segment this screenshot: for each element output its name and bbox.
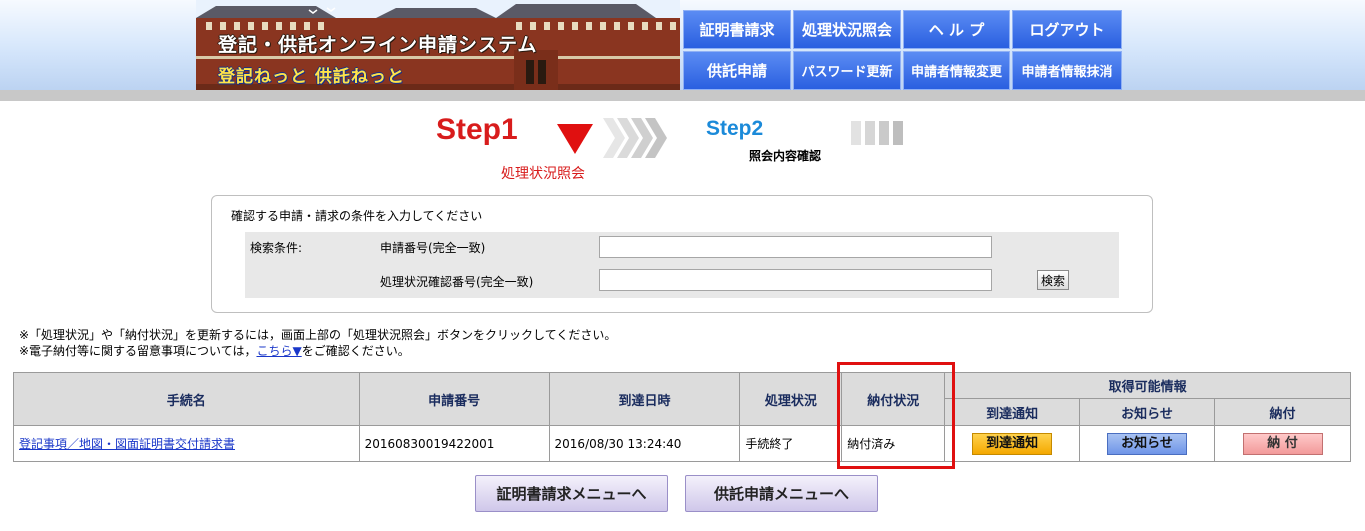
note-payment-text-after: をご確認ください。 (301, 344, 410, 358)
header-application-number: 申請番号 (358, 372, 550, 426)
nav-status-inquiry-button[interactable]: 処理状況照会 (793, 10, 901, 49)
nav-password-change-button[interactable]: パスワード更新 (793, 51, 901, 90)
nav-help-button[interactable]: ヘ ル プ (903, 10, 1010, 49)
cell-arrival-notice: 到達通知 (944, 425, 1081, 462)
step1-label: Step1 (436, 113, 518, 146)
nav-deposit-application-button[interactable]: 供託申請 (683, 51, 791, 90)
cell-application-number: 20160830019422001 (358, 425, 550, 462)
step-progress-bars-icon (851, 121, 903, 145)
cell-arrival-datetime: 2016/08/30 13:24:40 (548, 425, 741, 462)
deposit-menu-button[interactable]: 供託申請メニューへ (685, 475, 878, 512)
header-available-info: 取得可能情報 (944, 372, 1351, 399)
step-progress-chevrons-icon (603, 118, 667, 158)
payment-button[interactable]: 納 付 (1242, 432, 1323, 455)
step1-subtitle: 処理状況照会 (501, 166, 585, 182)
status-check-number-input[interactable] (599, 269, 992, 291)
status-check-number-label: 処理状況確認番号(完全一致) (380, 275, 534, 289)
search-button[interactable]: 検索 (1037, 270, 1069, 290)
note-payment-link[interactable]: こちら▼ (256, 344, 301, 358)
search-panel: 確認する申請・請求の条件を入力してください 検索条件: 申請番号(完全一致) 処… (211, 195, 1153, 313)
application-number-label: 申請番号(完全一致) (380, 241, 486, 255)
header-procedure: 手続名 (13, 372, 360, 426)
procedure-link[interactable]: 登記事項／地図・図面証明書交付請求書 (19, 437, 235, 451)
step2-label: Step2 (706, 117, 764, 140)
search-instruction: 確認する申請・請求の条件を入力してください (231, 209, 483, 223)
cell-payment: 納 付 (1214, 425, 1351, 462)
header-payment: 納付 (1214, 398, 1351, 426)
step2-subtitle: 照会内容確認 (749, 149, 822, 163)
table-row: 登記事項／地図・図面証明書交付請求書 20160830019422001 201… (13, 425, 1351, 462)
current-step-arrow-icon (557, 124, 593, 154)
note-refresh: ※「処理状況」や「納付状況」を更新するには，画面上部の「処理状況照会」ボタンをク… (19, 328, 617, 342)
cell-procedure: 登記事項／地図・図面証明書交付請求書 (13, 425, 360, 462)
cell-process-status: 手続終了 (739, 425, 843, 462)
nav-applicant-info-change-button[interactable]: 申請者情報変更 (903, 51, 1010, 90)
nav-applicant-info-delete-button[interactable]: 申請者情報抹消 (1012, 51, 1122, 90)
search-condition-label: 検索条件: (250, 241, 303, 255)
header-divider (0, 90, 1365, 101)
note-payment: ※電子納付等に関する留意事項については，こちら▼をご確認ください。 (19, 342, 410, 359)
nav-certificate-request-button[interactable]: 証明書請求 (683, 10, 791, 49)
search-form-area: 検索条件: 申請番号(完全一致) 処理状況確認番号(完全一致) (245, 232, 1119, 298)
application-number-input[interactable] (599, 236, 992, 258)
arrival-notice-button[interactable]: 到達通知 (972, 432, 1053, 455)
certificate-menu-button[interactable]: 証明書請求メニューへ (475, 475, 668, 512)
header-process-status: 処理状況 (739, 372, 843, 426)
results-table: 手続名 申請番号 到達日時 処理状況 納付状況 取得可能情報 到達通知 お知らせ… (13, 372, 1351, 462)
payment-status-highlight (837, 362, 955, 469)
header-arrival-notice: 到達通知 (944, 398, 1081, 426)
logo-subtitle: 登記ねっと 供託ねっと (218, 67, 405, 87)
logo-title: 登記・供託オンライン申請システム (218, 34, 538, 56)
note-payment-text-before: ※電子納付等に関する留意事項については， (19, 344, 257, 358)
site-logo[interactable]: 登記・供託オンライン申請システム 登記ねっと 供託ねっと (196, 0, 680, 90)
header-arrival-datetime: 到達日時 (548, 372, 741, 426)
nav-logout-button[interactable]: ログアウト (1012, 10, 1122, 49)
notice-button[interactable]: お知らせ (1107, 432, 1188, 455)
header-notice: お知らせ (1079, 398, 1215, 426)
cell-notice: お知らせ (1079, 425, 1215, 462)
